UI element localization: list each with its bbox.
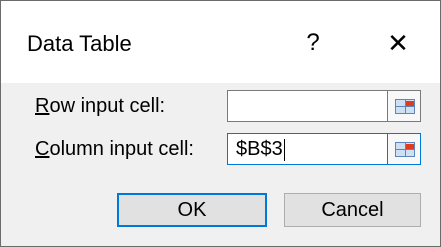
column-input-value: $B$3: [236, 138, 283, 160]
column-input-field[interactable]: $B$3: [227, 133, 387, 165]
dialog-body: Row input cell: Column input cell: $B$3 …: [1, 83, 440, 246]
column-input-label-text: olumn input cell:: [49, 138, 194, 160]
column-input-collapse-button[interactable]: [387, 133, 421, 165]
row-input-field[interactable]: [227, 90, 387, 122]
close-button[interactable]: ✕: [378, 23, 418, 63]
data-table-dialog: Data Table ? ✕ Row input cell: Column in…: [0, 0, 441, 247]
row-input-label-hotkey: R: [35, 95, 50, 117]
ok-button[interactable]: OK: [117, 193, 267, 227]
row-input-label: Row input cell:: [35, 95, 165, 118]
range-select-icon: [395, 142, 415, 157]
title-bar: Data Table ? ✕: [1, 1, 440, 83]
text-caret: [283, 138, 285, 161]
range-select-icon: [395, 99, 415, 114]
dialog-title: Data Table: [27, 31, 132, 56]
column-input-label-hotkey: C: [35, 138, 50, 160]
row-input-label-text: ow input cell:: [49, 95, 166, 117]
column-input-label: Column input cell:: [35, 138, 194, 161]
row-input-collapse-button[interactable]: [387, 90, 421, 122]
cancel-button[interactable]: Cancel: [284, 193, 421, 227]
help-button[interactable]: ?: [293, 23, 333, 63]
